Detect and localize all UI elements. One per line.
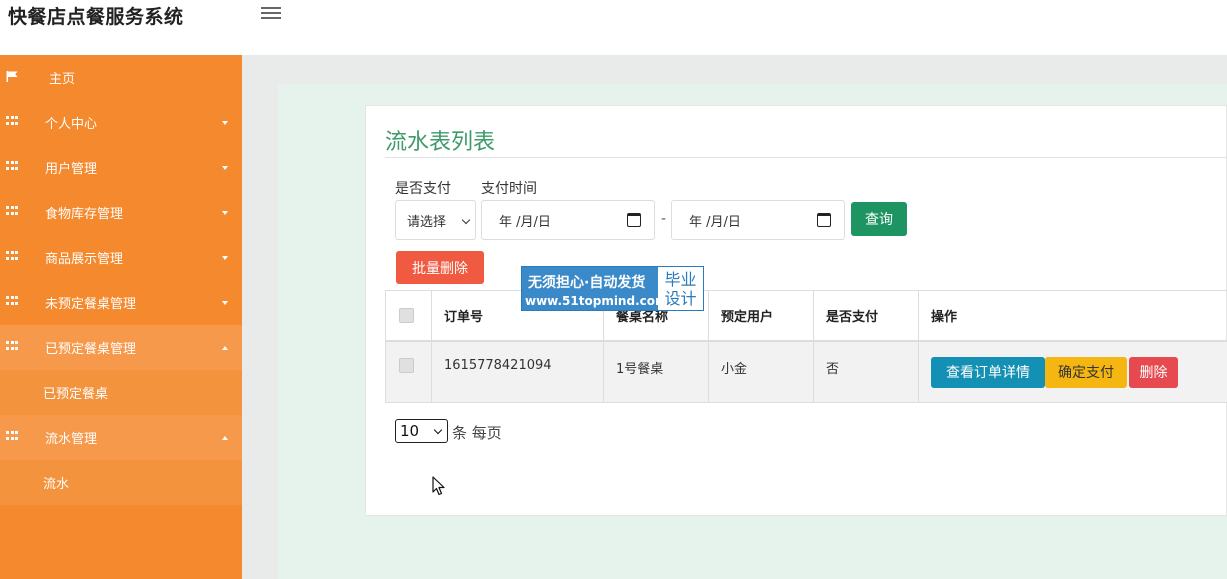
mouse-cursor-icon bbox=[432, 476, 445, 496]
sidebar-item-unreserved-tables[interactable]: 未预定餐桌管理 bbox=[0, 280, 242, 325]
grid-icon bbox=[6, 206, 19, 217]
chevron-down-icon bbox=[222, 211, 228, 215]
table-row: 1615778421094 1号餐桌 小金 否 查看订单详情 确定支付 删除 bbox=[385, 342, 1227, 403]
paid-select-value: 请选择 bbox=[407, 214, 447, 230]
paid-select[interactable]: 请选择 bbox=[395, 200, 476, 240]
chevron-down-icon bbox=[222, 166, 228, 170]
select-all-cell bbox=[385, 291, 431, 340]
page-size-value: 10 bbox=[400, 422, 420, 440]
sidebar-item-label: 食物库存管理 bbox=[45, 207, 124, 222]
table-name-cell: 1号餐桌 bbox=[603, 342, 708, 402]
watermark-url: www.51topmind.com bbox=[525, 294, 668, 308]
date-to-input[interactable]: 年 /月/日 bbox=[671, 200, 845, 240]
paid-filter-label: 是否支付 bbox=[395, 181, 451, 197]
paid-status-cell: 否 bbox=[813, 342, 918, 402]
sidebar-item-label: 已预定餐桌管理 bbox=[45, 342, 137, 357]
sidebar: 主页 个人中心 用户管理 食物库存管理 商品展示管理 未预定餐桌管理 已预定餐桌… bbox=[0, 55, 242, 579]
grid-icon bbox=[6, 251, 19, 262]
chevron-up-icon bbox=[222, 346, 228, 350]
watermark-right-line2: 设计 bbox=[664, 289, 697, 308]
calendar-icon[interactable] bbox=[817, 213, 831, 227]
sidebar-item-label: 主页 bbox=[49, 72, 76, 87]
time-filter-label: 支付时间 bbox=[481, 181, 537, 197]
title-divider bbox=[385, 157, 1227, 158]
sidebar-item-personal-center[interactable]: 个人中心 bbox=[0, 100, 242, 145]
watermark-left: 无须担心·自动发货 www.51topmind.com bbox=[522, 267, 668, 310]
view-order-details-button[interactable]: 查看订单详情 bbox=[931, 356, 1045, 388]
calendar-icon[interactable] bbox=[627, 213, 641, 227]
sidebar-item-label: 商品展示管理 bbox=[45, 252, 124, 267]
menu-toggle-icon[interactable] bbox=[261, 4, 281, 22]
sidebar-item-flow-management[interactable]: 流水管理 bbox=[0, 415, 242, 460]
reserved-user-cell: 小金 bbox=[708, 342, 813, 402]
page-size-suffix: 条 每页 bbox=[452, 424, 502, 442]
page-title: 流水表列表 bbox=[385, 130, 496, 155]
watermark-slogan: 无须担心·自动发货 bbox=[528, 275, 646, 291]
sidebar-item-food-inventory[interactable]: 食物库存管理 bbox=[0, 190, 242, 235]
top-bar: 快餐店点餐服务系统 bbox=[0, 0, 1227, 55]
sidebar-subitem-flow[interactable]: 流水 bbox=[0, 460, 242, 505]
select-all-checkbox[interactable] bbox=[399, 308, 414, 323]
column-header: 预定用户 bbox=[708, 291, 813, 340]
grid-icon bbox=[6, 341, 19, 352]
column-header: 操作 bbox=[918, 291, 1227, 340]
row-select-cell bbox=[385, 342, 431, 402]
watermark-right: 毕业 设计 bbox=[658, 267, 703, 310]
delete-button[interactable]: 删除 bbox=[1129, 356, 1178, 388]
table-header-row: 订单号 餐桌名称 预定用户 是否支付 操作 bbox=[385, 291, 1227, 342]
chevron-down-icon bbox=[222, 121, 228, 125]
chevron-up-icon bbox=[222, 436, 228, 440]
date-from-input[interactable]: 年 /月/日 bbox=[481, 200, 655, 240]
app-title: 快餐店点餐服务系统 bbox=[8, 6, 184, 28]
chevron-down-icon bbox=[222, 256, 228, 260]
page-size-select[interactable]: 10 bbox=[395, 419, 448, 443]
confirm-payment-button[interactable]: 确定支付 bbox=[1045, 356, 1127, 388]
order-number-cell: 1615778421094 bbox=[431, 342, 603, 402]
sidebar-item-label: 个人中心 bbox=[45, 117, 98, 132]
batch-delete-button[interactable]: 批量删除 bbox=[396, 251, 484, 284]
date-range-separator: - bbox=[661, 211, 667, 227]
sidebar-item-home[interactable]: 主页 bbox=[0, 55, 242, 100]
sidebar-item-user-management[interactable]: 用户管理 bbox=[0, 145, 242, 190]
sidebar-item-label: 用户管理 bbox=[45, 162, 98, 177]
grid-icon bbox=[6, 296, 19, 307]
watermark-right-line1: 毕业 bbox=[664, 270, 697, 289]
watermark-banner: 无须担心·自动发货 www.51topmind.com 毕业 设计 bbox=[521, 266, 704, 311]
column-header: 是否支付 bbox=[813, 291, 918, 340]
flag-icon bbox=[6, 71, 18, 82]
chevron-down-icon bbox=[222, 301, 228, 305]
sidebar-item-product-display[interactable]: 商品展示管理 bbox=[0, 235, 242, 280]
date-from-value: 年 /月/日 bbox=[499, 214, 551, 230]
chevron-down-icon bbox=[461, 215, 471, 225]
sidebar-item-reserved-tables[interactable]: 已预定餐桌管理 bbox=[0, 325, 242, 370]
actions-cell: 查看订单详情 确定支付 删除 bbox=[918, 342, 1227, 402]
row-checkbox[interactable] bbox=[399, 358, 414, 373]
sidebar-subitem-reserved-table[interactable]: 已预定餐桌 bbox=[0, 370, 242, 415]
sidebar-item-label: 流水管理 bbox=[45, 432, 98, 447]
query-button[interactable]: 查询 bbox=[851, 202, 907, 236]
date-to-value: 年 /月/日 bbox=[689, 214, 741, 230]
flow-table: 订单号 餐桌名称 预定用户 是否支付 操作 1615778421094 1号餐桌… bbox=[385, 290, 1227, 403]
grid-icon bbox=[6, 431, 19, 442]
grid-icon bbox=[6, 161, 19, 172]
sidebar-item-label: 未预定餐桌管理 bbox=[45, 297, 137, 312]
chevron-down-icon bbox=[433, 425, 443, 435]
grid-icon bbox=[6, 116, 19, 127]
